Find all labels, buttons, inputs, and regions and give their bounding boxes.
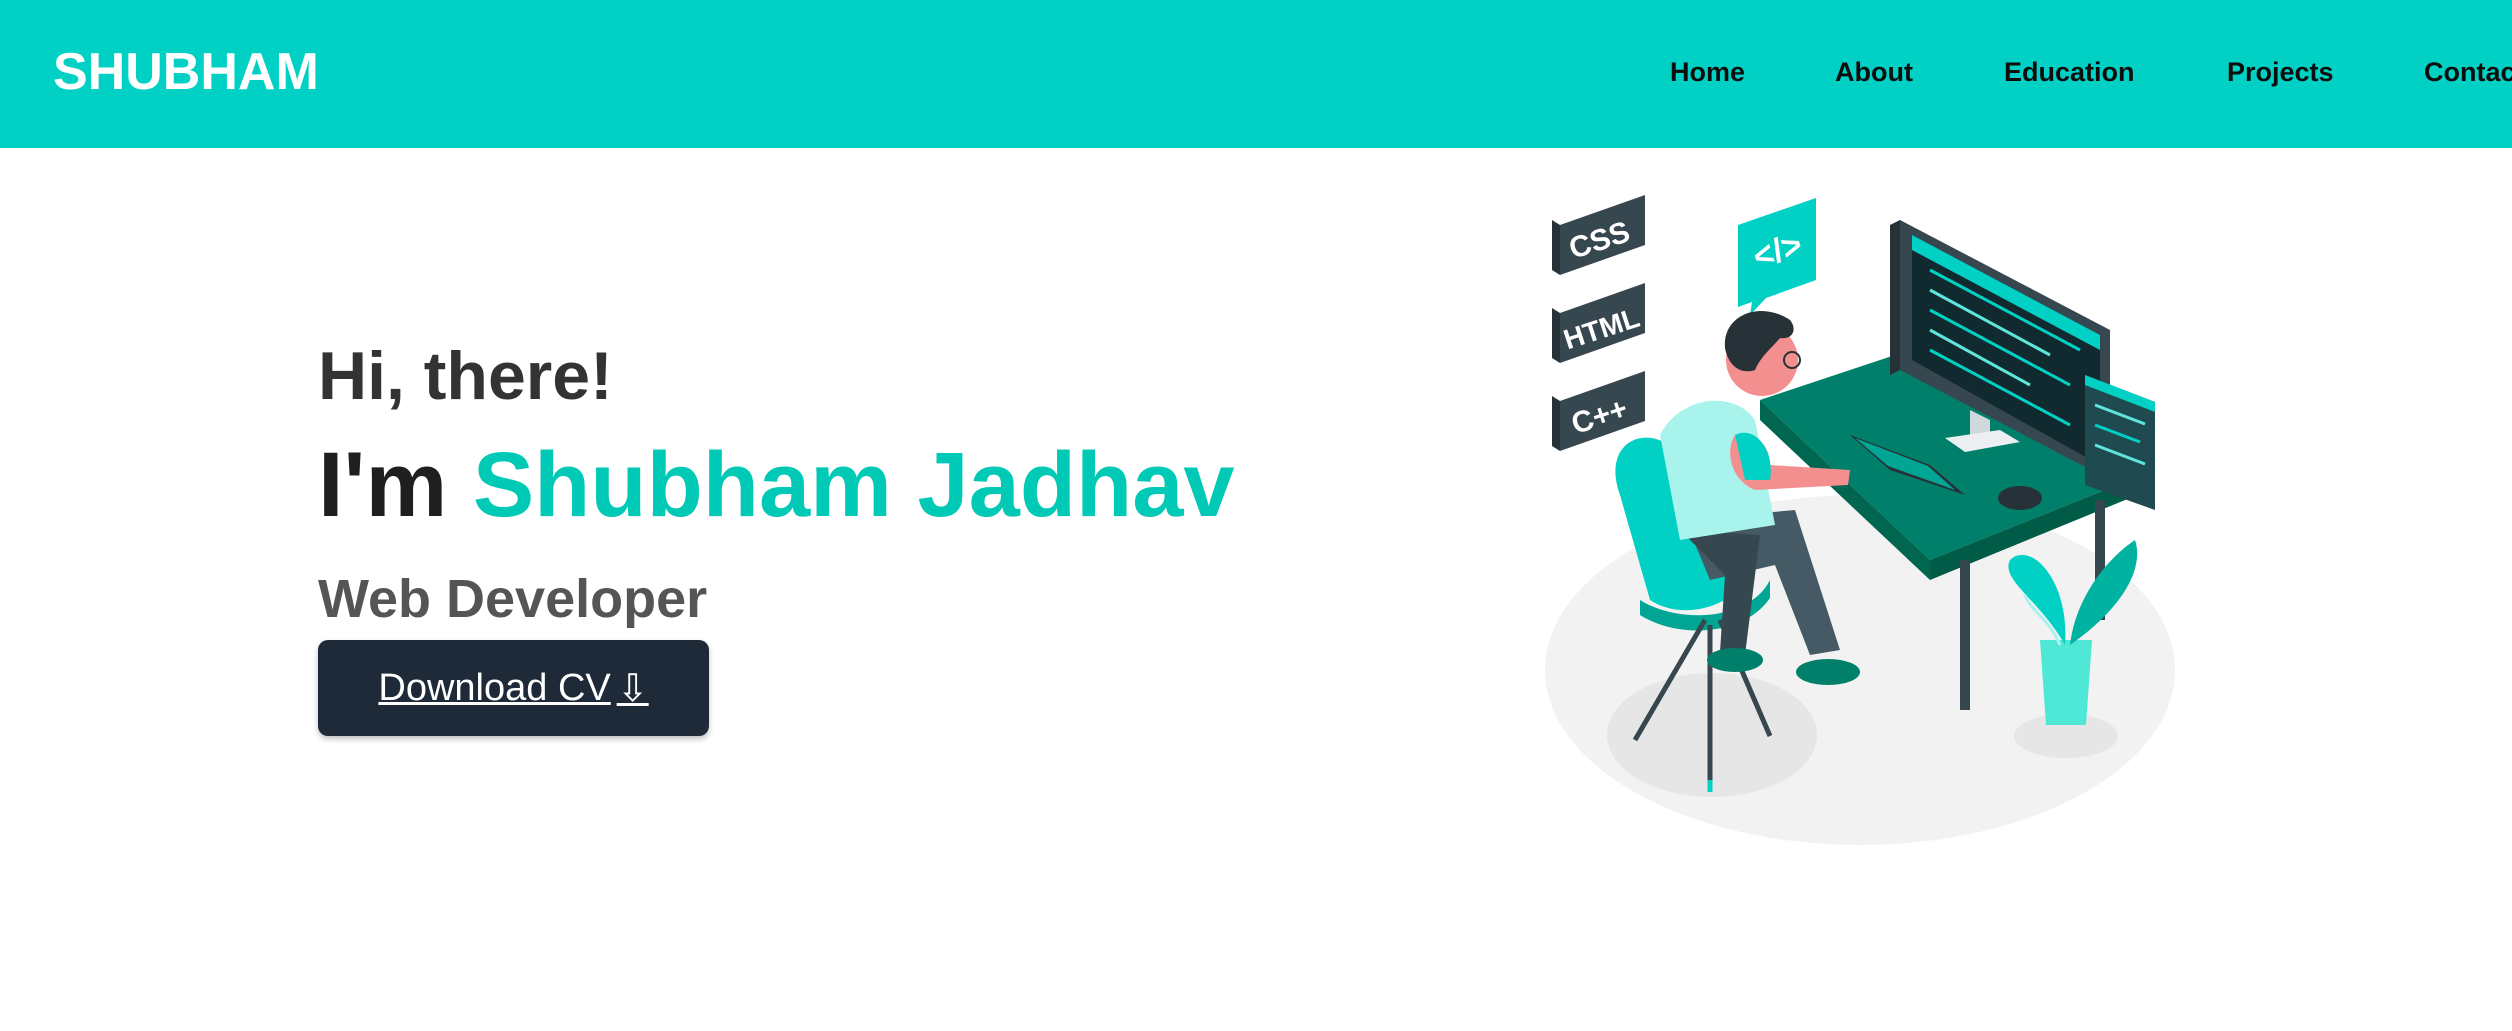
navbar: SHUBHAM Home About Education Projects Co…	[0, 0, 2512, 148]
name-prefix: I'm	[318, 434, 473, 536]
nav-education-link[interactable]: Education	[2004, 54, 2135, 90]
download-arrow-icon: ⇩	[616, 667, 649, 710]
hero-name-heading: I'm Shubham Jadhav	[318, 430, 1235, 540]
html-tag-icon: HTML	[1552, 283, 1645, 363]
nav-contact-link[interactable]: Contac	[2424, 54, 2512, 90]
download-cv-button[interactable]: Download CV ⇩	[318, 640, 709, 736]
developer-illustration: CSS HTML C++ </>	[1545, 195, 2175, 845]
css-tag-icon: CSS	[1552, 195, 1645, 275]
code-bubble-icon: </>	[1738, 198, 1816, 315]
nav-home-link[interactable]: Home	[1670, 54, 1745, 90]
hero-role: Web Developer	[318, 569, 708, 629]
mouse-icon	[1998, 486, 2042, 510]
download-cv-label: Download CV	[378, 666, 611, 709]
cpp-tag-icon: C++	[1552, 371, 1645, 451]
name-highlight: Shubham Jadhav	[472, 434, 1235, 536]
hero-greeting: Hi, there!	[318, 338, 613, 414]
nav-menu: Home About Education Projects Contac	[0, 0, 2512, 148]
nav-projects-link[interactable]: Projects	[2227, 54, 2334, 90]
nav-about-link[interactable]: About	[1835, 54, 1913, 90]
